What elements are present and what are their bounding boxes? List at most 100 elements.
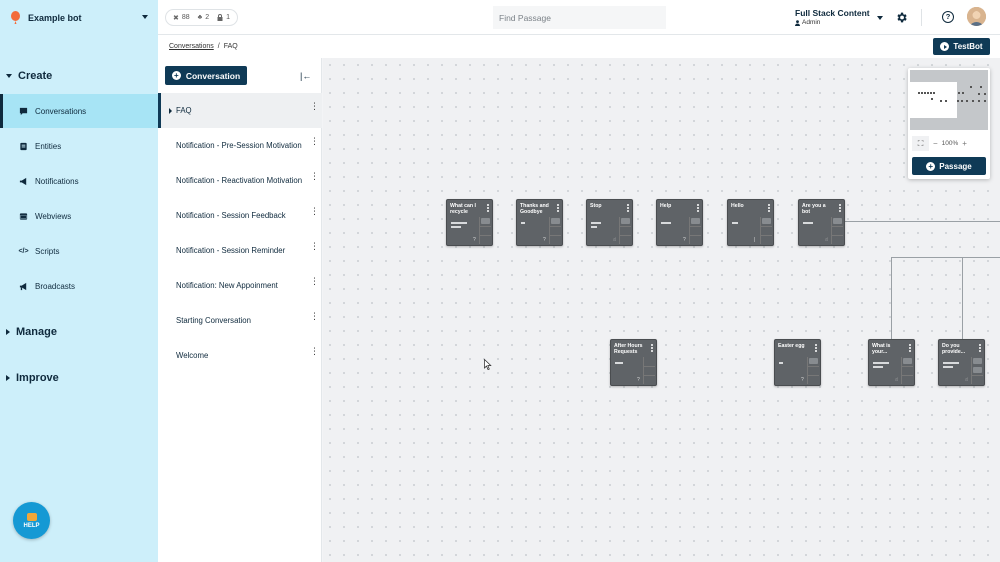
kebab-menu-icon[interactable] <box>909 344 911 353</box>
conversation-item[interactable]: Notification - Pre-Session Motivation ⋮ <box>158 128 322 163</box>
passage-node[interactable]: Thanks and Goodbye ? <box>516 199 563 246</box>
conversation-item[interactable]: FAQ ⋮ <box>158 93 322 128</box>
user-avatar-image <box>967 7 986 26</box>
sidebar-item-scripts[interactable]: </> Scripts <box>0 234 158 268</box>
sidebar-item-entities[interactable]: Entities <box>0 129 158 163</box>
passage-node[interactable]: Stop ☝ <box>586 199 633 246</box>
org-selector[interactable]: Full Stack Content Admin <box>795 8 870 26</box>
chevron-down-icon[interactable] <box>877 16 883 20</box>
entity-count: ♣ 2 <box>197 14 210 21</box>
sidebar-item-broadcasts[interactable]: Broadcasts <box>0 269 158 303</box>
help-button[interactable]: HELP <box>13 502 50 539</box>
minimap-viewport[interactable] <box>910 70 988 130</box>
section-create[interactable]: Create <box>6 70 52 82</box>
sidebar-item-webviews[interactable]: Webviews <box>0 199 158 233</box>
conversation-item[interactable]: Welcome ⋮ <box>158 338 322 373</box>
passage-canvas[interactable]: What can I recycle ? Thanks and Goodbye … <box>323 58 1000 562</box>
sidebar-item-notifications[interactable]: Notifications <box>0 164 158 198</box>
passage-node[interactable]: After Hours Requests ? <box>610 339 657 386</box>
divider <box>921 9 922 26</box>
kebab-menu-icon[interactable] <box>815 344 817 353</box>
kebab-menu-icon[interactable]: ⋮ <box>310 347 319 356</box>
kebab-menu-icon[interactable] <box>979 344 981 353</box>
kebab-menu-icon[interactable]: ⋮ <box>310 277 319 286</box>
breadcrumb-bar: Conversations / FAQ TestBot <box>158 35 1000 58</box>
kebab-menu-icon[interactable] <box>557 204 559 213</box>
chat-bubble-icon <box>26 512 37 521</box>
zoom-level: 100% <box>941 140 959 147</box>
window-icon <box>19 212 28 220</box>
kebab-menu-icon[interactable]: ⋮ <box>310 242 319 251</box>
broadcast-icon <box>19 282 27 290</box>
passage-node[interactable]: Help ? <box>656 199 703 246</box>
lock-icon <box>217 14 223 21</box>
pointer-icon: ☝ <box>613 237 617 243</box>
minimap: ⛶ − 100% + + Passage <box>908 68 990 179</box>
balloon-icon <box>11 11 20 24</box>
pointer-icon: ☝ <box>825 237 829 243</box>
caret-right-icon <box>6 375 10 381</box>
question-icon: ? <box>683 237 686 243</box>
zoom-out-button[interactable]: − <box>933 139 938 148</box>
zoom-in-button[interactable]: + <box>962 139 967 148</box>
user-role: Admin <box>795 19 870 26</box>
question-icon: ? <box>801 377 804 383</box>
caret-down-icon <box>6 74 12 78</box>
kebab-menu-icon[interactable]: ⋮ <box>310 312 319 321</box>
find-passage-input[interactable] <box>493 6 666 29</box>
sidebar: Create Conversations Entities Notificati… <box>0 35 158 562</box>
sidebar-item-conversations[interactable]: Conversations <box>0 94 158 128</box>
kebab-menu-icon[interactable] <box>487 204 489 213</box>
conversation-item[interactable]: Notification - Session Feedback ⋮ <box>158 198 322 233</box>
collapse-panel-icon[interactable]: |← <box>300 71 311 81</box>
breadcrumb-current: FAQ <box>223 43 238 50</box>
passage-node[interactable]: Are you a bot ☝ <box>798 199 845 246</box>
conversation-item[interactable]: Notification: New Appoinment ⋮ <box>158 268 322 303</box>
help-icon[interactable]: ? <box>942 11 954 23</box>
passage-node[interactable]: Hello | <box>727 199 774 246</box>
passage-node[interactable]: What can I recycle ? <box>446 199 493 246</box>
fit-screen-icon[interactable]: ⛶ <box>912 136 929 151</box>
gear-icon[interactable] <box>895 11 908 24</box>
connector-line <box>891 257 1000 258</box>
conversation-panel: + Conversation |← FAQ ⋮ Notification - P… <box>158 58 322 562</box>
add-conversation-button[interactable]: + Conversation <box>165 66 247 85</box>
connector-line <box>962 257 963 341</box>
testbot-button[interactable]: TestBot <box>933 38 990 55</box>
conversation-item[interactable]: Notification - Session Reminder ⋮ <box>158 233 322 268</box>
code-icon: </> <box>18 247 29 255</box>
kebab-menu-icon[interactable] <box>627 204 629 213</box>
org-name: Full Stack Content <box>795 8 870 18</box>
plus-icon: + <box>926 161 936 171</box>
kebab-menu-icon[interactable] <box>651 344 653 353</box>
kebab-menu-icon[interactable] <box>697 204 699 213</box>
breadcrumb-conversations-link[interactable]: Conversations <box>169 43 214 50</box>
bot-name: Example bot <box>28 12 82 23</box>
plus-icon: + <box>171 71 181 80</box>
breadcrumb: Conversations / FAQ <box>169 43 238 50</box>
kebab-menu-icon[interactable] <box>839 204 841 213</box>
megaphone-icon <box>19 177 27 185</box>
section-manage[interactable]: Manage <box>6 326 57 338</box>
kebab-menu-icon[interactable]: ⋮ <box>310 207 319 216</box>
user-icon <box>795 19 800 26</box>
conversation-item[interactable]: Starting Conversation ⋮ <box>158 303 322 338</box>
passage-node[interactable]: Do you provide... ☝ <box>938 339 985 386</box>
add-passage-button[interactable]: + Passage <box>912 157 986 175</box>
question-icon: ? <box>637 377 640 383</box>
passage-node[interactable]: What is your... ☝ <box>868 339 915 386</box>
section-improve[interactable]: Improve <box>6 372 59 384</box>
caret-right-icon <box>169 108 172 114</box>
pointer-icon: ☝ <box>895 377 899 383</box>
avatar[interactable] <box>967 7 986 26</box>
kebab-menu-icon[interactable] <box>768 204 770 213</box>
kebab-menu-icon[interactable]: ⋮ <box>310 102 319 111</box>
kebab-menu-icon[interactable]: ⋮ <box>310 172 319 181</box>
mouse-cursor-icon <box>484 359 492 370</box>
bot-selector[interactable]: Example bot <box>0 0 158 35</box>
passage-node[interactable]: Easter egg ? <box>774 339 821 386</box>
tools-icon: ✖ <box>173 14 179 22</box>
question-icon: ? <box>473 237 476 243</box>
conversation-item[interactable]: Notification - Reactivation Motivation ⋮ <box>158 163 322 198</box>
kebab-menu-icon[interactable]: ⋮ <box>310 137 319 146</box>
